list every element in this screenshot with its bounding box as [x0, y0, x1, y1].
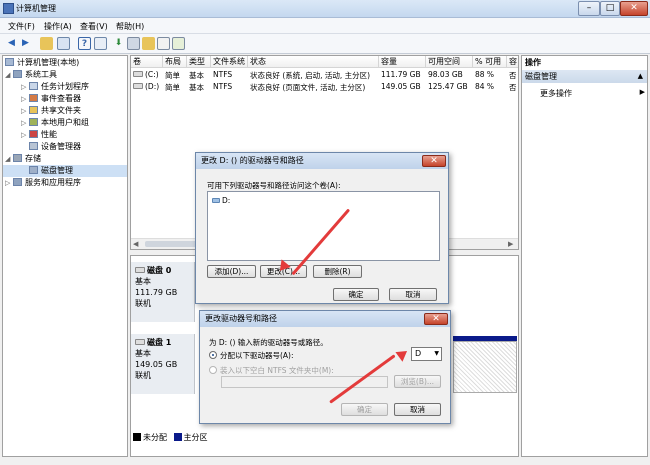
column-header-free-space[interactable]: 可用空间	[426, 56, 473, 68]
drive-path-list[interactable]: D:	[207, 191, 440, 261]
tree-item-disk-management[interactable]: 磁盘管理	[3, 165, 127, 177]
storage-icon	[13, 154, 22, 162]
clock-icon	[29, 82, 38, 90]
dropdown-arrow-icon: ▼	[434, 350, 439, 357]
tree-item-event-viewer[interactable]: ▷ 事件查看器	[3, 93, 127, 105]
tree-item-task-scheduler[interactable]: ▷ 任务计划程序	[3, 81, 127, 93]
column-header-layout[interactable]: 布局	[163, 56, 187, 68]
dialog2-close-button[interactable]: ✕	[424, 313, 448, 325]
connect-icon[interactable]: ⬇	[112, 37, 125, 50]
menu-view[interactable]: 查看(V)	[80, 21, 108, 32]
hard-disk-icon	[135, 339, 145, 345]
radio-assign-letter[interactable]	[209, 351, 217, 359]
partition-d[interactable]	[453, 341, 517, 393]
tree-item-services-apps[interactable]: ▷ 服务和应用程序	[3, 177, 127, 189]
performance-icon	[29, 130, 38, 138]
minimize-button[interactable]: –	[578, 1, 600, 16]
collapse-icon[interactable]: ▲	[638, 70, 643, 83]
legend-unallocated: 未分配	[143, 433, 167, 442]
menu-bar: 文件(F) 操作(A) 查看(V) 帮助(H)	[0, 18, 650, 34]
back-icon[interactable]: ◀	[5, 37, 18, 50]
menu-file[interactable]: 文件(F)	[8, 21, 35, 32]
tree-root[interactable]: 计算机管理(本地)	[3, 57, 127, 69]
actions-header: 操作	[522, 56, 647, 69]
assign-drive-letter-dialog: 更改驱动器号和路径 ✕ 为 D: () 输入新的驱动器号或路径。 分配以下驱动器…	[199, 310, 451, 424]
dialog2-cancel-button[interactable]: 取消	[394, 403, 441, 416]
browse-button[interactable]: 浏览(B)...	[394, 375, 441, 388]
dialog2-ok-button[interactable]: 确定	[341, 403, 388, 416]
shared-folder-icon	[29, 106, 38, 114]
more-actions-link[interactable]: 更多操作 ▶	[540, 88, 645, 99]
dialog2-prompt: 为 D: () 输入新的驱动器号或路径。	[209, 338, 328, 347]
column-header-capacity[interactable]: 容量	[379, 56, 426, 68]
assign-letter-option[interactable]: 分配以下驱动器号(A):	[209, 350, 294, 361]
toolbar: ◀ ▶ ? ⬇	[0, 34, 650, 54]
window-title: 计算机管理	[16, 4, 56, 13]
legend-primary-swatch	[173, 433, 182, 441]
rescan-icon[interactable]	[157, 37, 170, 50]
scroll-right-icon[interactable]: ▶	[508, 240, 513, 248]
tree-item-storage[interactable]: ◢ 存储	[3, 153, 127, 165]
actions-section-disk-management[interactable]: 磁盘管理 ▲	[522, 70, 647, 83]
column-header-volume[interactable]: 卷	[131, 56, 163, 68]
disk-0-label[interactable]: 磁盘 0 基本 111.79 GB 联机	[131, 262, 195, 322]
disk-1-label[interactable]: 磁盘 1 基本 149.05 GB 联机	[131, 334, 195, 394]
volume-icon	[133, 83, 143, 89]
open-folder-icon[interactable]	[142, 37, 155, 50]
disk-management-icon	[29, 166, 38, 174]
disk-icon[interactable]	[127, 37, 140, 50]
menu-action[interactable]: 操作(A)	[44, 21, 72, 32]
device-icon	[29, 142, 38, 150]
tree-item-device-manager[interactable]: 设备管理器	[3, 141, 127, 153]
dialog1-close-button[interactable]: ✕	[422, 155, 446, 167]
menu-help[interactable]: 帮助(H)	[116, 21, 144, 32]
drive-letter-select[interactable]: D ▼	[411, 347, 442, 361]
dialog1-cancel-button[interactable]: 取消	[389, 288, 437, 301]
close-button[interactable]: ✕	[620, 1, 648, 16]
properties-icon[interactable]	[94, 37, 107, 50]
actions-pane: 操作 磁盘管理 ▲ 更多操作 ▶	[521, 55, 648, 457]
column-header-status[interactable]: 状态	[248, 56, 379, 68]
submenu-arrow-icon: ▶	[639, 88, 645, 96]
legend: 未分配 主分区	[131, 432, 208, 444]
tools-icon	[13, 70, 22, 78]
maximize-button[interactable]: □	[600, 1, 620, 16]
help-icon[interactable]: ?	[78, 37, 91, 50]
tree-item-shared-folders[interactable]: ▷ 共享文件夹	[3, 105, 127, 117]
column-header-fault[interactable]: 容	[507, 56, 518, 68]
dialog1-ok-button[interactable]: 确定	[333, 288, 379, 301]
drive-icon	[212, 198, 220, 203]
list-item[interactable]: D:	[212, 196, 230, 205]
dialog2-title: 更改驱动器号和路径	[200, 311, 450, 327]
computer-icon	[5, 58, 14, 66]
radio-mount-folder[interactable]	[209, 366, 217, 374]
tree-item-local-users[interactable]: ▷ 本地用户和组	[3, 117, 127, 129]
computer-management-icon	[3, 3, 14, 14]
tree-item-performance[interactable]: ▷ 性能	[3, 129, 127, 141]
column-header-type[interactable]: 类型	[187, 56, 211, 68]
services-icon	[13, 178, 22, 186]
title-bar: 计算机管理 – □ ✕	[0, 0, 650, 18]
legend-unallocated-swatch	[133, 433, 141, 441]
volume-icon	[133, 71, 143, 77]
up-folder-icon[interactable]	[40, 37, 53, 50]
add-button[interactable]: 添加(D)...	[207, 265, 256, 278]
mount-folder-option[interactable]: 装入以下空白 NTFS 文件夹中(M):	[209, 365, 334, 376]
settings-icon[interactable]	[172, 37, 185, 50]
forward-icon[interactable]: ▶	[19, 37, 32, 50]
column-header-filesystem[interactable]: 文件系统	[211, 56, 248, 68]
users-icon	[29, 118, 38, 126]
navigation-tree: 计算机管理(本地) ◢ 系统工具 ▷ 任务计划程序 ▷ 事件查看器 ▷ 共享文件夹 ▷ 本…	[2, 55, 128, 457]
legend-primary: 主分区	[183, 433, 208, 442]
scroll-left-icon[interactable]: ◀	[133, 240, 138, 248]
dialog1-title: 更改 D: () 的驱动器号和路径	[196, 153, 448, 169]
dialog1-prompt: 可用下列驱动器号和路径访问这个卷(A):	[207, 181, 341, 190]
show-tree-icon[interactable]	[57, 37, 70, 50]
tree-item-system-tools[interactable]: ◢ 系统工具	[3, 69, 127, 81]
remove-button[interactable]: 删除(R)	[313, 265, 362, 278]
hard-disk-icon	[135, 267, 145, 273]
change-drive-letter-dialog: 更改 D: () 的驱动器号和路径 ✕ 可用下列驱动器号和路径访问这个卷(A):…	[195, 152, 449, 304]
column-header-percent-free[interactable]: % 可用	[473, 56, 507, 68]
event-icon	[29, 94, 38, 102]
